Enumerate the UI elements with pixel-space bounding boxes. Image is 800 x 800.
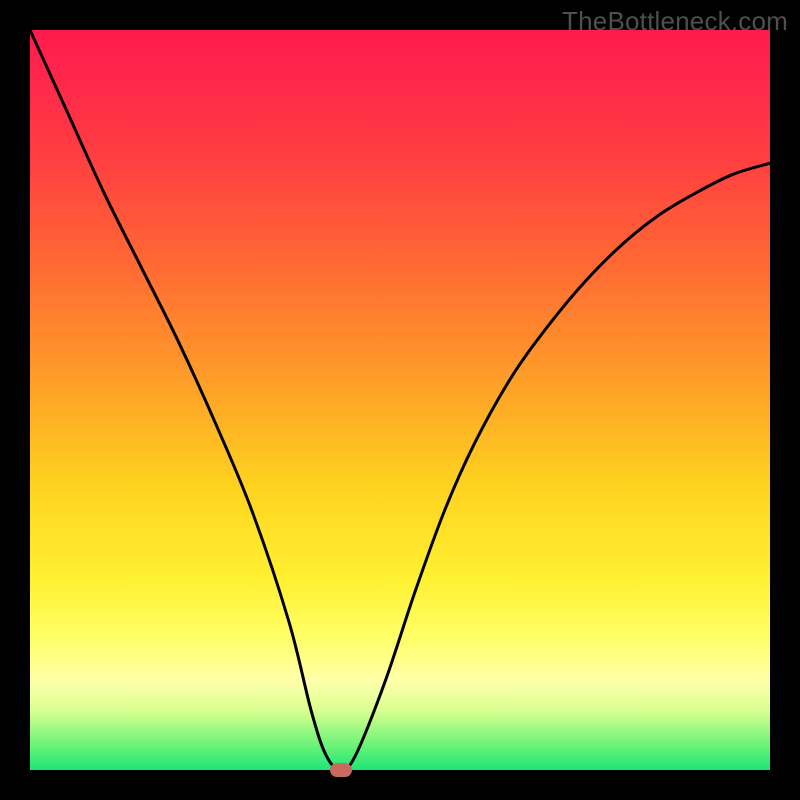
- optimum-marker: [330, 763, 352, 777]
- chart-frame: TheBottleneck.com: [0, 0, 800, 800]
- bottleneck-curve: [30, 30, 770, 770]
- plot-area: [30, 30, 770, 770]
